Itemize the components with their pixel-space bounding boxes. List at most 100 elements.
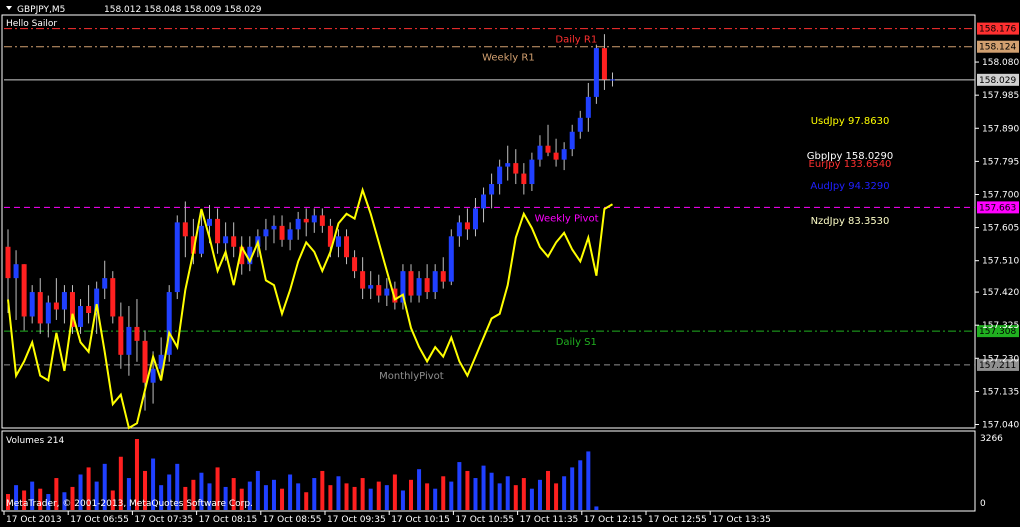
candle-body — [553, 152, 559, 160]
time-tick-label: 17 Oct 09:35 — [327, 515, 386, 525]
candle-body — [416, 278, 422, 296]
candle-body — [126, 326, 132, 355]
volume-bar — [255, 470, 260, 510]
pair-label: NzdJpy 83.3530 — [811, 216, 890, 227]
candle-body — [440, 271, 446, 282]
volume-bar — [360, 478, 365, 510]
candle-body — [303, 218, 309, 223]
volume-bar — [457, 462, 462, 510]
candle-body — [311, 215, 317, 223]
pair-label: UsdJpy 97.8630 — [811, 116, 890, 127]
candle-body — [376, 285, 382, 296]
candle-body — [472, 208, 478, 230]
volume-bar — [513, 485, 518, 510]
volume-bar — [570, 467, 575, 510]
level-tag: Weekly R1 — [482, 53, 535, 64]
level-tag: Daily S1 — [556, 337, 597, 348]
candle-body — [61, 292, 67, 310]
chart-background — [0, 0, 1020, 527]
candle-body — [456, 222, 462, 237]
price-tick-label: 157.230 — [982, 354, 1019, 364]
volume-bar — [344, 483, 349, 510]
volume-bar — [352, 486, 357, 510]
candle-body — [489, 184, 495, 195]
volume-bar — [562, 476, 567, 510]
time-tick-label: 17 Oct 06:55 — [70, 515, 129, 525]
volume-bar — [376, 481, 381, 510]
candle-body — [521, 173, 527, 185]
candle-body — [134, 326, 140, 341]
time-tick-label: 17 Oct 07:35 — [134, 515, 193, 525]
candle-body — [352, 257, 358, 272]
volume-bar — [288, 474, 293, 510]
time-tick-label: 17 Oct 10:15 — [391, 515, 450, 525]
candle-body — [601, 48, 607, 80]
candle-body — [21, 264, 27, 317]
volume-axis-top: 3266 — [980, 434, 1003, 444]
time-tick-label: 17 Oct 08:15 — [199, 515, 258, 525]
level-tag: Daily R1 — [555, 35, 597, 46]
level-price-label: 158.029 — [979, 76, 1016, 86]
candle-body — [118, 316, 124, 355]
volume-bar — [529, 488, 534, 510]
volume-bar — [521, 478, 526, 510]
candle-body — [295, 218, 301, 230]
candle-body — [585, 96, 591, 118]
level-price-label: 158.124 — [979, 43, 1016, 53]
candle-body — [287, 229, 293, 240]
volume-bar — [554, 483, 559, 510]
candle-body — [29, 292, 35, 317]
price-tick-label: 157.605 — [982, 224, 1019, 234]
candle-body — [545, 145, 551, 153]
price-tick-label: 157.420 — [982, 288, 1019, 298]
volume-bar — [578, 460, 583, 510]
volume-bar — [280, 488, 285, 510]
volume-bar — [441, 476, 446, 510]
volume-bar — [449, 481, 454, 510]
candle-body — [231, 236, 237, 247]
time-tick-label: 17 Oct 13:35 — [712, 515, 771, 525]
candle-body — [207, 218, 212, 226]
time-tick-label: 17 Oct 12:15 — [584, 515, 643, 525]
ohlc-values: 158.012 158.048 158.009 158.029 — [104, 5, 262, 15]
candle-body — [513, 163, 519, 174]
candle-body — [174, 222, 180, 293]
trading-chart[interactable]: 158.176 Daily R1 158.124 Weekly R1 158.029 15… — [0, 0, 1020, 527]
candle-body — [142, 340, 148, 383]
time-tick-label: 17 Oct 08:55 — [263, 515, 322, 525]
pair-label: AudJpy 94.3290 — [810, 181, 889, 192]
candle-body — [561, 149, 567, 160]
candle-body — [78, 306, 84, 327]
volume-bar — [546, 470, 551, 510]
price-tick-label: 157.040 — [982, 421, 1019, 431]
level-tag: MonthlyPivot — [379, 371, 444, 382]
candle-body — [448, 236, 454, 282]
candle-body — [5, 246, 11, 279]
price-tick-label: 157.510 — [982, 257, 1019, 267]
volume-bar — [481, 465, 486, 510]
volume-bar — [320, 470, 325, 510]
candle-body — [13, 264, 19, 279]
candle-body — [384, 288, 390, 296]
volume-axis-bottom: 0 — [980, 499, 986, 509]
volume-panel-title: Volumes 214 — [6, 436, 64, 446]
candle-body — [481, 194, 487, 209]
time-tick-label: 17 Oct 12:55 — [648, 515, 707, 525]
price-tick-label: 157.135 — [982, 387, 1019, 397]
volume-bar — [586, 451, 591, 510]
level-price-label: 158.176 — [979, 25, 1016, 35]
volume-bar — [312, 478, 317, 510]
volume-bar — [505, 476, 510, 510]
volume-bar — [384, 485, 389, 510]
volume-bar — [263, 485, 268, 510]
price-tick-label: 157.890 — [982, 124, 1019, 134]
price-tick-label: 157.795 — [982, 157, 1019, 167]
price-tick-label: 157.700 — [982, 190, 1019, 200]
volume-bar — [336, 476, 341, 510]
volume-bar — [489, 472, 494, 510]
candle-body — [529, 159, 535, 185]
candle-body — [279, 225, 285, 240]
candle-body — [271, 225, 277, 230]
volume-bar — [594, 506, 599, 510]
volume-bar — [537, 479, 542, 510]
